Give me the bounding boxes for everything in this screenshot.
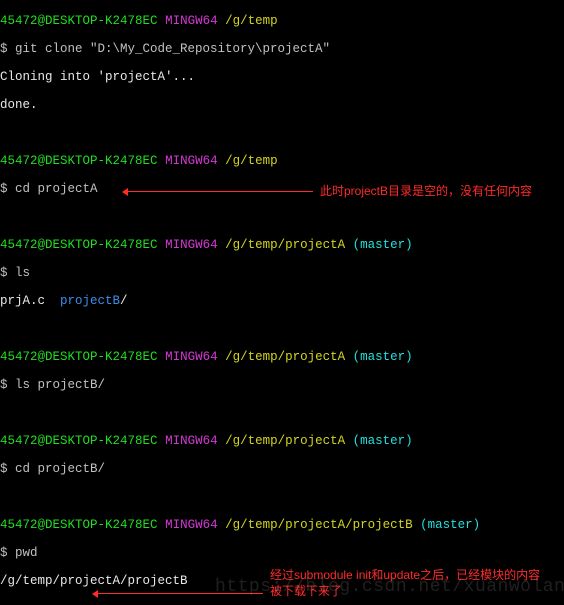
prompt-line: 45472@DESKTOP-K2478EC MINGW64 /g/temp [0, 154, 564, 168]
annotation-text: 此时projectB目录是空的，没有任何内容 [320, 184, 532, 198]
watermark-text: https://blog.csdn.net/xuanwolanxue [215, 580, 564, 594]
output-line: prjA.c projectB/ [0, 294, 564, 308]
output-line: done. [0, 98, 564, 112]
prompt-line: 45472@DESKTOP-K2478EC MINGW64 /g/temp/pr… [0, 350, 564, 364]
command-line: $ git clone "D:\My_Code_Repository\proje… [0, 42, 564, 56]
directory-name: projectB [60, 294, 120, 308]
prompt-line: 45472@DESKTOP-K2478EC MINGW64 /g/temp/pr… [0, 434, 564, 448]
command-line: $ ls [0, 266, 564, 280]
prompt-user: 45472 [0, 14, 38, 28]
prompt-hostname: DESKTOP-K2478EC [45, 14, 158, 28]
prompt-path: /g/temp [225, 14, 278, 28]
prompt-at: @ [38, 14, 46, 28]
command-line: $ ls projectB/ [0, 378, 564, 392]
prompt-line: 45472@DESKTOP-K2478EC MINGW64 /g/temp/pr… [0, 238, 564, 252]
output-line: Cloning into 'projectA'... [0, 70, 564, 84]
blank-line [0, 322, 564, 336]
blank-line [0, 406, 564, 420]
command-line: $ pwd [0, 546, 564, 560]
prompt-line: 45472@DESKTOP-K2478EC MINGW64 /g/temp [0, 14, 564, 28]
blank-line [0, 210, 564, 224]
terminal-output[interactable]: 45472@DESKTOP-K2478EC MINGW64 /g/temp $ … [0, 0, 564, 605]
prompt-sys: MINGW64 [165, 14, 218, 28]
blank-line [0, 490, 564, 504]
annotation-arrow-icon [128, 191, 313, 192]
blank-line [0, 126, 564, 140]
prompt-line: 45472@DESKTOP-K2478EC MINGW64 /g/temp/pr… [0, 518, 564, 532]
command-line: $ cd projectB/ [0, 462, 564, 476]
branch-label: (master) [353, 238, 413, 252]
